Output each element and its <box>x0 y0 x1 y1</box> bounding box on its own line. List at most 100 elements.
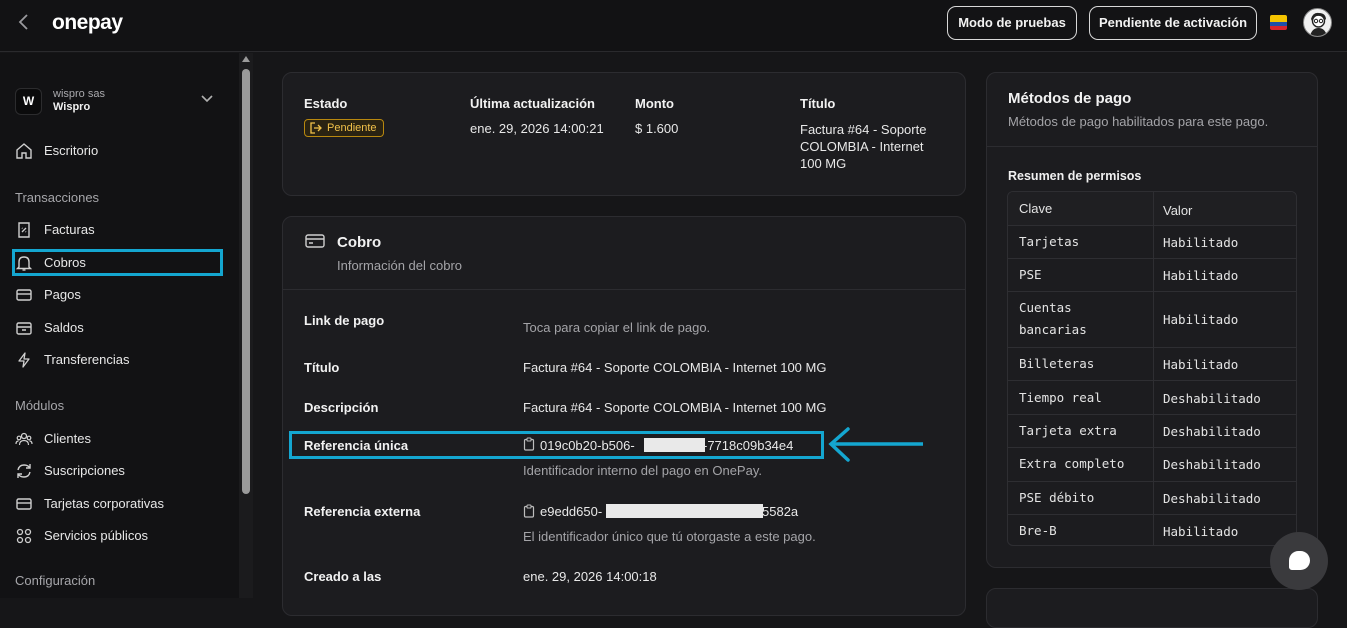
sidebar-item-label: Facturas <box>44 222 95 237</box>
sidebar-item-label: Pagos <box>44 287 81 302</box>
sidebar-item-transferencias[interactable]: Transferencias <box>15 349 220 371</box>
row-key: Cuentas bancarias <box>1019 300 1087 337</box>
sidebar-item-label: Clientes <box>44 431 91 446</box>
titulo-label: Título <box>800 96 836 111</box>
row-key: Tiempo real <box>1019 390 1102 405</box>
cobro-subtitle: Información del cobro <box>337 258 463 273</box>
status-badge-label: Pendiente <box>327 122 377 134</box>
row-value: Deshabilitado <box>1163 457 1261 472</box>
row-key: PSE débito <box>1019 490 1095 505</box>
monto-value: $ 1.600 <box>635 121 679 136</box>
creado-value: ene. 29, 2026 14:00:18 <box>523 569 657 584</box>
sidebar-item-tarjetas-corporativas[interactable]: Tarjetas corporativas <box>15 493 220 515</box>
scrollbar-thumb[interactable] <box>242 69 250 494</box>
row-value: Deshabilitado <box>1163 391 1261 406</box>
row-key: PSE <box>1019 267 1042 282</box>
row-value: Deshabilitado <box>1163 424 1261 439</box>
estado-label: Estado <box>304 96 348 111</box>
cobro-title: Cobro <box>337 234 382 251</box>
metodos-subtitle: Métodos de pago habilitados para este pa… <box>1008 114 1269 129</box>
resumen-label: Resumen de permisos <box>1008 169 1142 183</box>
referencia-externa-prefix[interactable]: e9edd650- <box>540 503 602 520</box>
copy-link-button[interactable]: Toca para copiar el link de pago. <box>523 320 710 335</box>
chevron-down-icon <box>201 90 213 106</box>
descripcion-label: Descripción <box>304 400 379 415</box>
metodos-title: Métodos de pago <box>1008 90 1132 107</box>
referencia-externa-suffix[interactable]: 5582a <box>762 503 798 520</box>
sidebar-item-label: Escritorio <box>44 143 99 158</box>
annotation-arrow-icon <box>826 427 926 468</box>
grid-icon <box>15 527 33 545</box>
status-badge: Pendiente <box>304 119 384 137</box>
creado-label: Creado a las <box>304 569 382 584</box>
sidebar-item-escritorio[interactable]: Escritorio <box>15 140 220 162</box>
sidebar-scrollbar[interactable] <box>239 53 253 598</box>
link-pago-label: Link de pago <box>304 313 385 328</box>
row-value: Habilitado <box>1163 312 1239 327</box>
section-transacciones: Transacciones <box>15 190 100 205</box>
section-configuracion: Configuración <box>15 573 96 588</box>
referencia-highlight-box <box>289 431 824 459</box>
user-avatar[interactable] <box>1303 8 1332 37</box>
titulo-value: Factura #64 - Soporte COLOMBIA - Interne… <box>800 122 927 171</box>
invoice-icon <box>15 221 33 239</box>
pending-icon <box>310 122 322 134</box>
sidebar-item-saldos[interactable]: Saldos <box>15 317 220 339</box>
refresh-icon <box>15 462 33 480</box>
row-key: Tarjeta extra <box>1019 423 1117 438</box>
home-icon <box>15 142 33 160</box>
row-value: Habilitado <box>1163 268 1239 283</box>
titulo-value: Factura #64 - Soporte COLOMBIA - Interne… <box>523 360 827 375</box>
sidebar-item-label: Tarjetas corporativas <box>44 496 164 511</box>
row-key: Bre-B <box>1019 523 1057 538</box>
sidebar-item-facturas[interactable]: Facturas <box>15 219 220 241</box>
org-name: Wispro <box>53 101 91 113</box>
row-value: Deshabilitado <box>1163 491 1261 506</box>
table-column-divider <box>1153 192 1154 545</box>
referencia-externa-help: El identificador único que tú otorgaste … <box>523 529 816 544</box>
row-key: Billeteras <box>1019 356 1095 371</box>
back-arrow-icon[interactable] <box>18 12 38 34</box>
sidebar-item-label: Servicios públicos <box>44 528 149 543</box>
sidebar-item-clientes[interactable]: Clientes <box>15 428 220 450</box>
org-subtitle: wispro sas <box>53 88 105 100</box>
activation-status-button[interactable]: Pendiente de activación <box>1089 6 1257 40</box>
chat-bubble-icon <box>1289 551 1310 570</box>
wallet-icon <box>15 319 33 337</box>
sidebar-item-label: Saldos <box>44 320 84 335</box>
users-icon <box>15 430 33 448</box>
referencia-unica-help: Identificador interno del pago en OnePay… <box>523 463 762 478</box>
row-value: Habilitado <box>1163 524 1239 539</box>
scroll-up-icon[interactable] <box>242 56 250 62</box>
cobro-card-icon <box>305 233 325 252</box>
onepay-logo[interactable]: onepay <box>52 11 123 35</box>
test-mode-button[interactable]: Modo de pruebas <box>947 6 1077 40</box>
lightning-icon <box>15 351 33 369</box>
sidebar-item-label: Transferencias <box>44 352 130 367</box>
top-bar: onepay Modo de pruebas Pendiente de acti… <box>0 0 1347 52</box>
card-icon <box>15 495 33 513</box>
row-value: Habilitado <box>1163 357 1239 372</box>
credit-card-icon <box>15 286 33 304</box>
org-avatar: W <box>15 88 42 115</box>
sidebar: W wispro sas Wispro Escritorio Transacci… <box>0 53 239 598</box>
sidebar-item-servicios-publicos[interactable]: Servicios públicos <box>15 525 220 547</box>
descripcion-value: Factura #64 - Soporte COLOMBIA - Interne… <box>523 400 827 415</box>
row-key: Tarjetas <box>1019 234 1080 249</box>
chat-button[interactable] <box>1270 532 1328 590</box>
redaction-bar <box>606 504 763 518</box>
column-header-valor: Valor <box>1163 203 1193 218</box>
cobro-card <box>282 216 966 616</box>
actualizacion-value: ene. 29, 2026 14:00:21 <box>470 121 604 136</box>
permissions-table: Clave Valor Tarjetas Habilitado PSE Habi… <box>1007 191 1297 546</box>
referencia-externa-label: Referencia externa <box>304 504 421 519</box>
row-value: Habilitado <box>1163 235 1239 250</box>
sidebar-item-suscripciones[interactable]: Suscripciones <box>15 460 220 482</box>
clipboard-icon[interactable] <box>523 504 535 521</box>
monto-label: Monto <box>635 96 674 111</box>
colombia-flag-icon[interactable] <box>1270 15 1287 30</box>
column-header-clave: Clave <box>1019 201 1053 216</box>
org-switcher[interactable]: W wispro sas Wispro <box>15 87 225 117</box>
next-card <box>986 588 1318 628</box>
sidebar-item-pagos[interactable]: Pagos <box>15 284 220 306</box>
